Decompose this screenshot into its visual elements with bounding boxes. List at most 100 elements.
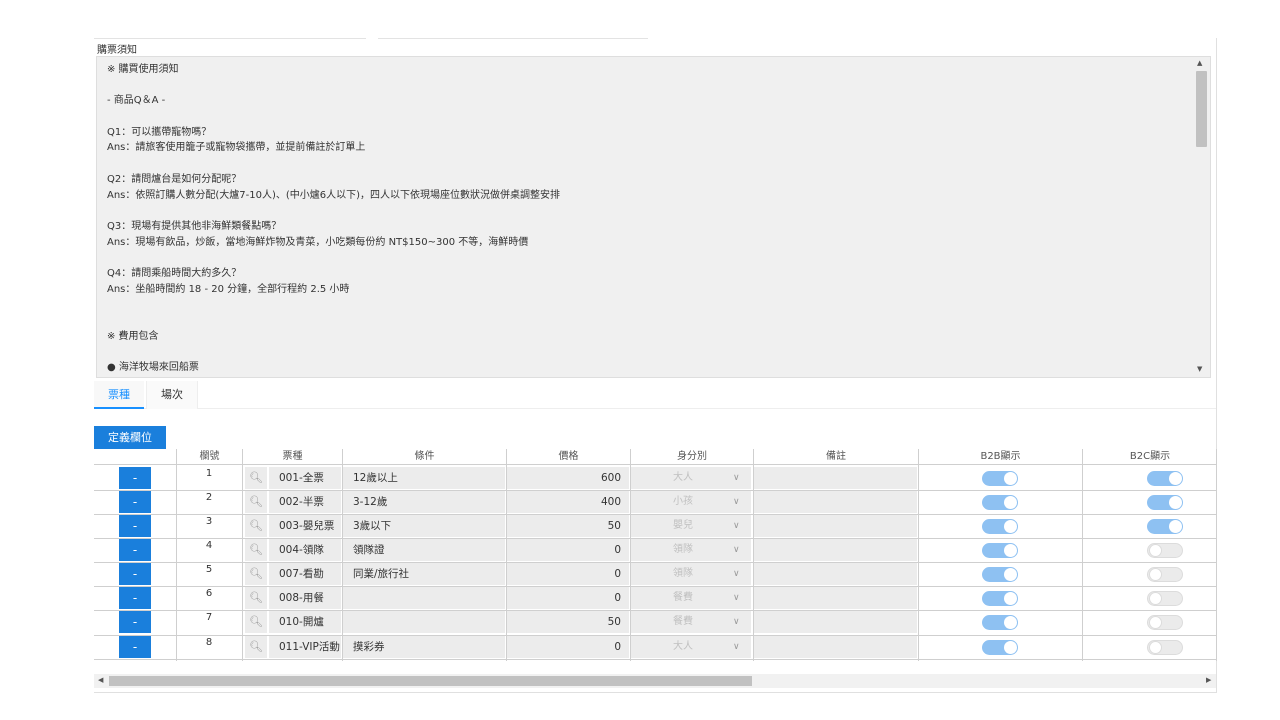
search-icon[interactable]: 🔍︎: [245, 636, 267, 658]
ticket-code-field[interactable]: 007-看勘: [269, 563, 341, 585]
b2c-toggle[interactable]: [1147, 471, 1183, 486]
b2b-toggle[interactable]: [982, 640, 1018, 655]
identity-value: 小孩: [673, 496, 693, 507]
delete-row-button[interactable]: -: [119, 491, 151, 513]
delete-row-button[interactable]: -: [119, 611, 151, 633]
ticket-code-field[interactable]: 004-領隊: [269, 539, 341, 561]
price-field[interactable]: 50: [507, 611, 629, 633]
price-field[interactable]: 50: [507, 515, 629, 537]
b2b-toggle[interactable]: [982, 519, 1018, 534]
remark-field[interactable]: [754, 467, 917, 489]
notice-line: Ans：依照訂購人數分配(大爐7-10人)、(中小爐6人以下)，四人以下依現場座…: [107, 189, 561, 201]
b2c-toggle[interactable]: [1147, 591, 1183, 606]
price-field[interactable]: 0: [507, 636, 629, 658]
price-field[interactable]: 0: [507, 563, 629, 585]
delete-row-button[interactable]: -: [119, 515, 151, 537]
remark-field[interactable]: [754, 611, 917, 633]
remark-field[interactable]: [754, 491, 917, 513]
delete-row-button[interactable]: -: [119, 587, 151, 609]
b2c-toggle[interactable]: [1147, 567, 1183, 582]
notice-line: Q3：現場有提供其他非海鮮類餐點嗎？: [107, 220, 282, 232]
price-field[interactable]: 400: [507, 491, 629, 513]
search-icon[interactable]: 🔍︎: [245, 587, 267, 609]
table-horizontal-scrollbar[interactable]: ◀ ▶: [94, 674, 1216, 688]
tab-bar: 票種 場次: [94, 381, 1216, 409]
identity-select[interactable]: 餐費 ∨: [631, 587, 751, 609]
scroll-down-icon[interactable]: ▼: [1197, 365, 1202, 373]
col-header-remark: 備註: [753, 449, 918, 464]
identity-select[interactable]: 餐費 ∨: [631, 611, 751, 633]
identity-value: 大人: [673, 472, 693, 483]
remark-field[interactable]: [754, 515, 917, 537]
ticket-code-field[interactable]: 003-嬰兒票: [269, 515, 341, 537]
search-icon[interactable]: 🔍︎: [245, 563, 267, 585]
top-input-area: [94, 28, 654, 40]
row-number: 1: [205, 468, 213, 479]
identity-select[interactable]: 嬰兒 ∨: [631, 515, 751, 537]
b2b-toggle[interactable]: [982, 543, 1018, 558]
delete-row-button[interactable]: -: [119, 636, 151, 658]
condition-field[interactable]: 3-12歲: [343, 491, 505, 513]
top-input-1[interactable]: [94, 28, 366, 39]
col-header-b2c: B2C顯示: [1082, 449, 1217, 464]
condition-field[interactable]: 12歲以上: [343, 467, 505, 489]
notice-line: [107, 313, 1187, 329]
search-icon[interactable]: 🔍︎: [245, 611, 267, 633]
b2c-toggle[interactable]: [1147, 543, 1183, 558]
scrollbar-thumb[interactable]: [1196, 71, 1207, 147]
ticket-code-field[interactable]: 008-用餐: [269, 587, 341, 609]
search-icon[interactable]: 🔍︎: [245, 491, 267, 513]
tab-session[interactable]: 場次: [146, 381, 198, 409]
ticket-code-field[interactable]: 001-全票: [269, 467, 341, 489]
condition-field[interactable]: 摸彩券: [343, 636, 505, 658]
ticket-code-field[interactable]: 002-半票: [269, 491, 341, 513]
identity-select[interactable]: 小孩 ∨: [631, 491, 751, 513]
delete-row-button[interactable]: -: [119, 563, 151, 585]
condition-field[interactable]: 同業/旅行社: [343, 563, 505, 585]
ticket-code-field[interactable]: 011-VIP活動: [269, 636, 341, 658]
table-row: - 7 🔍︎ 010-開爐 50 餐費 ∨: [94, 610, 1217, 634]
identity-select[interactable]: 大人 ∨: [631, 636, 751, 658]
search-icon[interactable]: 🔍︎: [245, 539, 267, 561]
notice-scrollbar[interactable]: ▲ ▼: [1193, 57, 1210, 377]
notice-line: ※ 費用包含: [107, 330, 159, 342]
top-input-2[interactable]: [378, 28, 648, 39]
remark-field[interactable]: [754, 539, 917, 561]
condition-field[interactable]: 領隊證: [343, 539, 505, 561]
identity-select[interactable]: 領隊 ∨: [631, 539, 751, 561]
b2b-toggle[interactable]: [982, 567, 1018, 582]
b2c-toggle[interactable]: [1147, 495, 1183, 510]
price-field[interactable]: 0: [507, 539, 629, 561]
b2b-toggle[interactable]: [982, 591, 1018, 606]
delete-row-button[interactable]: -: [119, 467, 151, 489]
b2c-toggle[interactable]: [1147, 640, 1183, 655]
scroll-left-icon[interactable]: ◀: [98, 676, 103, 684]
define-columns-button[interactable]: 定義欄位: [94, 426, 166, 449]
scrollbar-thumb[interactable]: [109, 676, 752, 686]
condition-field[interactable]: [343, 611, 505, 633]
remark-field[interactable]: [754, 587, 917, 609]
ticket-code-field[interactable]: 010-開爐: [269, 611, 341, 633]
identity-select[interactable]: 領隊 ∨: [631, 563, 751, 585]
condition-field[interactable]: [343, 587, 505, 609]
identity-select[interactable]: 大人 ∨: [631, 467, 751, 489]
condition-field[interactable]: 3歲以下: [343, 515, 505, 537]
notice-textarea[interactable]: ※ 購買使用須知 - 商品Q＆A - Q1：可以攜帶寵物嗎？ Ans：請旅客使用籠子或…: [96, 56, 1211, 378]
notice-line: - 商品Q＆A -: [107, 95, 166, 107]
scroll-up-icon[interactable]: ▲: [1197, 59, 1202, 67]
row-number: 7: [205, 612, 213, 623]
delete-row-button[interactable]: -: [119, 539, 151, 561]
price-field[interactable]: 0: [507, 587, 629, 609]
search-icon[interactable]: 🔍︎: [245, 467, 267, 489]
remark-field[interactable]: [754, 636, 917, 658]
b2c-toggle[interactable]: [1147, 519, 1183, 534]
scroll-right-icon[interactable]: ▶: [1206, 676, 1211, 684]
b2b-toggle[interactable]: [982, 495, 1018, 510]
remark-field[interactable]: [754, 563, 917, 585]
search-icon[interactable]: 🔍︎: [245, 515, 267, 537]
b2b-toggle[interactable]: [982, 471, 1018, 486]
b2b-toggle[interactable]: [982, 615, 1018, 630]
tab-ticket-type[interactable]: 票種: [94, 381, 144, 409]
b2c-toggle[interactable]: [1147, 615, 1183, 630]
price-field[interactable]: 600: [507, 467, 629, 489]
